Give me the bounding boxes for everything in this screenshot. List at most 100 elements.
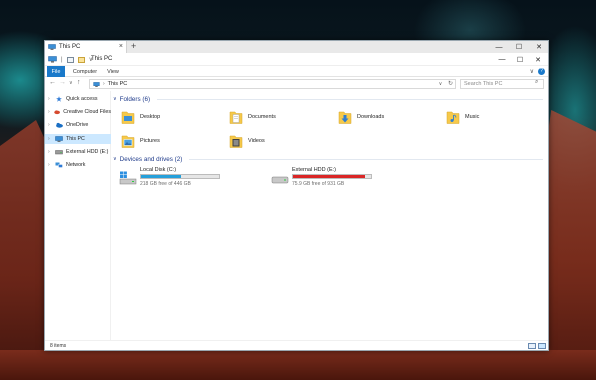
expand-arrow-icon[interactable]: › <box>48 122 52 128</box>
new-tab-button[interactable]: + <box>131 41 136 52</box>
expand-ribbon-icon[interactable]: ∨ <box>530 68 534 75</box>
search-icon[interactable]: ⌕ <box>535 79 545 86</box>
tab-view[interactable]: View <box>103 66 123 77</box>
pictures-folder-icon <box>121 135 135 148</box>
address-bar[interactable]: › This PC ∨ ↻ <box>89 79 456 89</box>
drive-local-disk-c[interactable]: Local Disk (C:) 218 GB free of 446 GB <box>119 167 229 191</box>
sidebar-item-creative-cloud-files[interactable]: › Creative Cloud Files <box>45 107 111 117</box>
group-divider <box>189 158 543 160</box>
status-bar: 8 items <box>45 340 548 350</box>
drive-icon <box>55 150 63 155</box>
window-title: This PC <box>91 56 113 62</box>
sidebar-item-this-pc[interactable]: › This PC <box>45 134 111 144</box>
folder-pictures[interactable]: Pictures <box>121 131 160 151</box>
maximize-button[interactable]: ☐ <box>509 41 529 53</box>
collapse-chevron-icon[interactable]: ∨ <box>113 96 117 102</box>
close-button[interactable]: ✕ <box>529 41 549 53</box>
sidebar-item-external-hdd[interactable]: › External HDD (E:) <box>45 147 111 157</box>
videos-folder-icon <box>229 135 243 148</box>
computer-icon <box>48 44 56 50</box>
file-explorer-window: This PC × + — ☐ ✕ | ∨ This PC — ☐ ✕ File… <box>44 40 549 351</box>
computer-icon <box>93 81 100 87</box>
navigation-pane: › Quick access › Creative Cloud Files › … <box>45 91 111 340</box>
separator-icon: | <box>61 56 63 63</box>
close-button-secondary[interactable]: ✕ <box>529 54 547 65</box>
drive-name: External HDD (E:) <box>292 167 337 173</box>
address-dropdown-icon[interactable]: ∨ <box>439 81 443 87</box>
folder-music[interactable]: Music <box>446 107 479 127</box>
up-button[interactable]: ↑ <box>77 79 81 86</box>
sidebar-item-label: OneDrive <box>66 122 89 128</box>
expand-arrow-icon[interactable]: › <box>48 136 52 142</box>
folder-videos[interactable]: Videos <box>229 131 265 151</box>
drive-free-space: 75.9 GB free of 931 GB <box>292 181 345 187</box>
music-folder-icon <box>446 111 460 124</box>
tab-this-pc[interactable]: This PC × <box>45 41 127 53</box>
back-button[interactable]: ← <box>49 79 56 86</box>
breadcrumb-this-pc[interactable]: This PC <box>108 81 128 87</box>
drive-external-hdd-e[interactable]: External HDD (E:) 75.9 GB free of 931 GB <box>271 167 381 191</box>
sidebar-item-label: Network <box>66 162 86 168</box>
sidebar-item-label: External HDD (E:) <box>66 149 109 155</box>
minimize-button-secondary[interactable]: — <box>493 54 511 65</box>
large-icons-view-button[interactable] <box>538 343 546 349</box>
recent-locations-button[interactable]: ∨ <box>69 80 73 86</box>
details-view-button[interactable] <box>528 343 536 349</box>
drive-name: Local Disk (C:) <box>140 167 177 173</box>
expand-arrow-icon[interactable]: › <box>48 109 51 115</box>
new-folder-icon[interactable] <box>77 56 85 63</box>
breadcrumb-separator-icon: › <box>103 81 105 87</box>
expand-arrow-icon[interactable]: › <box>48 149 52 155</box>
folder-label: Documents <box>248 114 276 120</box>
folder-label: Videos <box>248 138 265 144</box>
sidebar-item-network[interactable]: › Network <box>45 160 111 170</box>
folder-downloads[interactable]: Downloads <box>338 107 384 127</box>
group-divider <box>157 98 543 100</box>
desktop-folder-icon <box>121 111 135 124</box>
folders-group-header[interactable]: ∨ Folders (6) <box>113 94 543 104</box>
content-area: ∨ Folders (6) Desktop Documents Download… <box>113 91 548 340</box>
creative-cloud-icon <box>54 110 61 115</box>
drive-free-space: 218 GB free of 446 GB <box>140 181 191 187</box>
expand-arrow-icon[interactable]: › <box>48 162 52 168</box>
wallpaper-rock-bottom <box>0 350 596 380</box>
drives-group-header[interactable]: ∨ Devices and drives (2) <box>113 154 543 164</box>
drive-usage-fill <box>293 175 365 178</box>
folder-label: Desktop <box>140 114 161 120</box>
title-bar: This PC × + — ☐ ✕ <box>45 41 548 53</box>
windows-drive-icon <box>119 171 137 185</box>
tab-file[interactable]: File <box>47 66 65 77</box>
folder-label: Downloads <box>357 114 385 120</box>
address-row: ← → ∨ ↑ › This PC ∨ ↻ Search This PC ⌕ <box>45 78 548 90</box>
properties-icon[interactable] <box>66 56 74 63</box>
sidebar-item-label: Quick access <box>66 96 98 102</box>
computer-icon <box>48 56 57 63</box>
downloads-folder-icon <box>338 111 352 124</box>
sidebar-item-label: Creative Cloud Files <box>63 109 111 115</box>
address-controls: ∨ ↻ <box>439 80 453 87</box>
drives-group-title: Devices and drives (2) <box>119 155 183 163</box>
sidebar-item-label: This PC <box>66 136 85 142</box>
minimize-button[interactable]: — <box>489 41 509 53</box>
folder-desktop[interactable]: Desktop <box>121 107 160 127</box>
collapse-chevron-icon[interactable]: ∨ <box>113 156 117 162</box>
folder-documents[interactable]: Documents <box>229 107 276 127</box>
maximize-button-secondary[interactable]: ☐ <box>511 54 529 65</box>
help-icon[interactable]: ? <box>538 68 545 75</box>
tab-computer[interactable]: Computer <box>71 66 99 77</box>
refresh-icon[interactable]: ↻ <box>448 81 453 87</box>
star-icon <box>56 96 62 102</box>
sidebar-item-onedrive[interactable]: › OneDrive <box>45 120 111 130</box>
folders-group-title: Folders (6) <box>119 95 151 103</box>
tab-close-icon[interactable]: × <box>119 43 123 50</box>
tab-label: This PC <box>59 44 81 50</box>
sidebar-item-quick-access[interactable]: › Quick access <box>45 94 111 104</box>
forward-button[interactable]: → <box>59 79 66 86</box>
item-count: 8 items <box>50 343 67 349</box>
drive-usage-bar <box>292 174 372 179</box>
documents-folder-icon <box>229 111 243 124</box>
ribbon-tabs: File Computer View ∨ ? <box>45 66 548 77</box>
search-input[interactable]: Search This PC <box>460 79 544 89</box>
expand-arrow-icon[interactable]: › <box>48 96 52 102</box>
computer-icon <box>55 136 63 142</box>
